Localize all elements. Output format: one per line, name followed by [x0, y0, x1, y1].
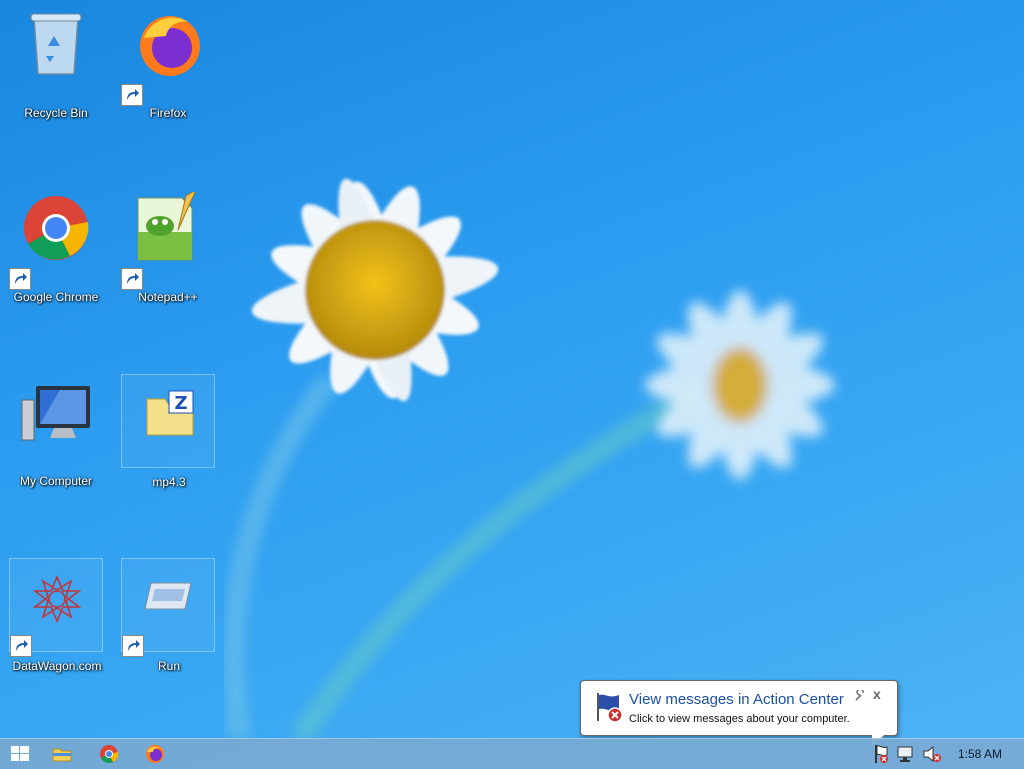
desktop-icon-notepadpp[interactable]: Notepad++: [121, 190, 215, 304]
firefox-taskbar-icon[interactable]: [143, 742, 167, 766]
desktop-icon-label: Google Chrome: [13, 290, 99, 304]
desktop-icon-label: Run: [157, 659, 180, 673]
svg-text:Z: Z: [174, 393, 187, 414]
desktop-icon-google-chrome[interactable]: Google Chrome: [9, 190, 103, 304]
chrome-taskbar-icon[interactable]: [97, 742, 121, 766]
action-center-flag-icon: [597, 693, 623, 723]
wrench-icon[interactable]: [854, 690, 866, 702]
zip-folder-icon: Z: [146, 390, 194, 436]
desktop-icon-mp4-3[interactable]: Z mp4.3: [121, 374, 215, 489]
notification-title: View messages in Action Center: [629, 691, 844, 708]
desktop-icon-datawagon[interactable]: DataWagon.com: [9, 558, 103, 673]
desktop-icon-recycle-bin[interactable]: Recycle Bin: [9, 6, 103, 120]
shortcut-arrow-icon: [121, 84, 143, 106]
desktop-icon-label: DataWagon.com: [12, 659, 102, 673]
run-icon: [144, 582, 192, 610]
desktop-icon-run[interactable]: Run: [121, 558, 215, 673]
shortcut-arrow-icon: [122, 635, 144, 657]
volume-muted-icon[interactable]: [920, 742, 944, 766]
desktop-icon-label: Notepad++: [138, 290, 198, 304]
chrome-icon: [24, 196, 89, 260]
notification-body: Click to view messages about your comput…: [629, 713, 850, 725]
datawagon-icon: [32, 574, 82, 624]
notepadpp-icon: [137, 192, 196, 261]
notification-close-button[interactable]: x: [873, 686, 881, 702]
shortcut-arrow-icon: [9, 268, 31, 290]
computer-icon: [21, 386, 90, 441]
action-center-notification[interactable]: View messages in Action Center Click to …: [580, 680, 898, 736]
taskbar: 1:58 AM: [0, 738, 1024, 769]
network-icon[interactable]: [894, 742, 918, 766]
desktop-icon-label: My Computer: [19, 474, 93, 488]
recycle-bin-icon: [30, 13, 82, 75]
desktop-icon-label: Firefox: [149, 106, 187, 120]
start-button[interactable]: [8, 742, 32, 766]
desktop-icon-firefox[interactable]: Firefox: [121, 6, 215, 120]
shortcut-arrow-icon: [10, 635, 32, 657]
desktop-icon-my-computer[interactable]: My Computer: [9, 374, 103, 488]
action-center-tray-icon[interactable]: [868, 742, 892, 766]
taskbar-clock[interactable]: 1:58 AM: [958, 747, 1002, 761]
shortcut-arrow-icon: [121, 268, 143, 290]
desktop-icon-label: Recycle Bin: [24, 106, 88, 120]
file-explorer-icon[interactable]: [50, 742, 74, 766]
desktop-icon-label: mp4.3: [152, 475, 186, 489]
firefox-icon: [140, 16, 200, 76]
